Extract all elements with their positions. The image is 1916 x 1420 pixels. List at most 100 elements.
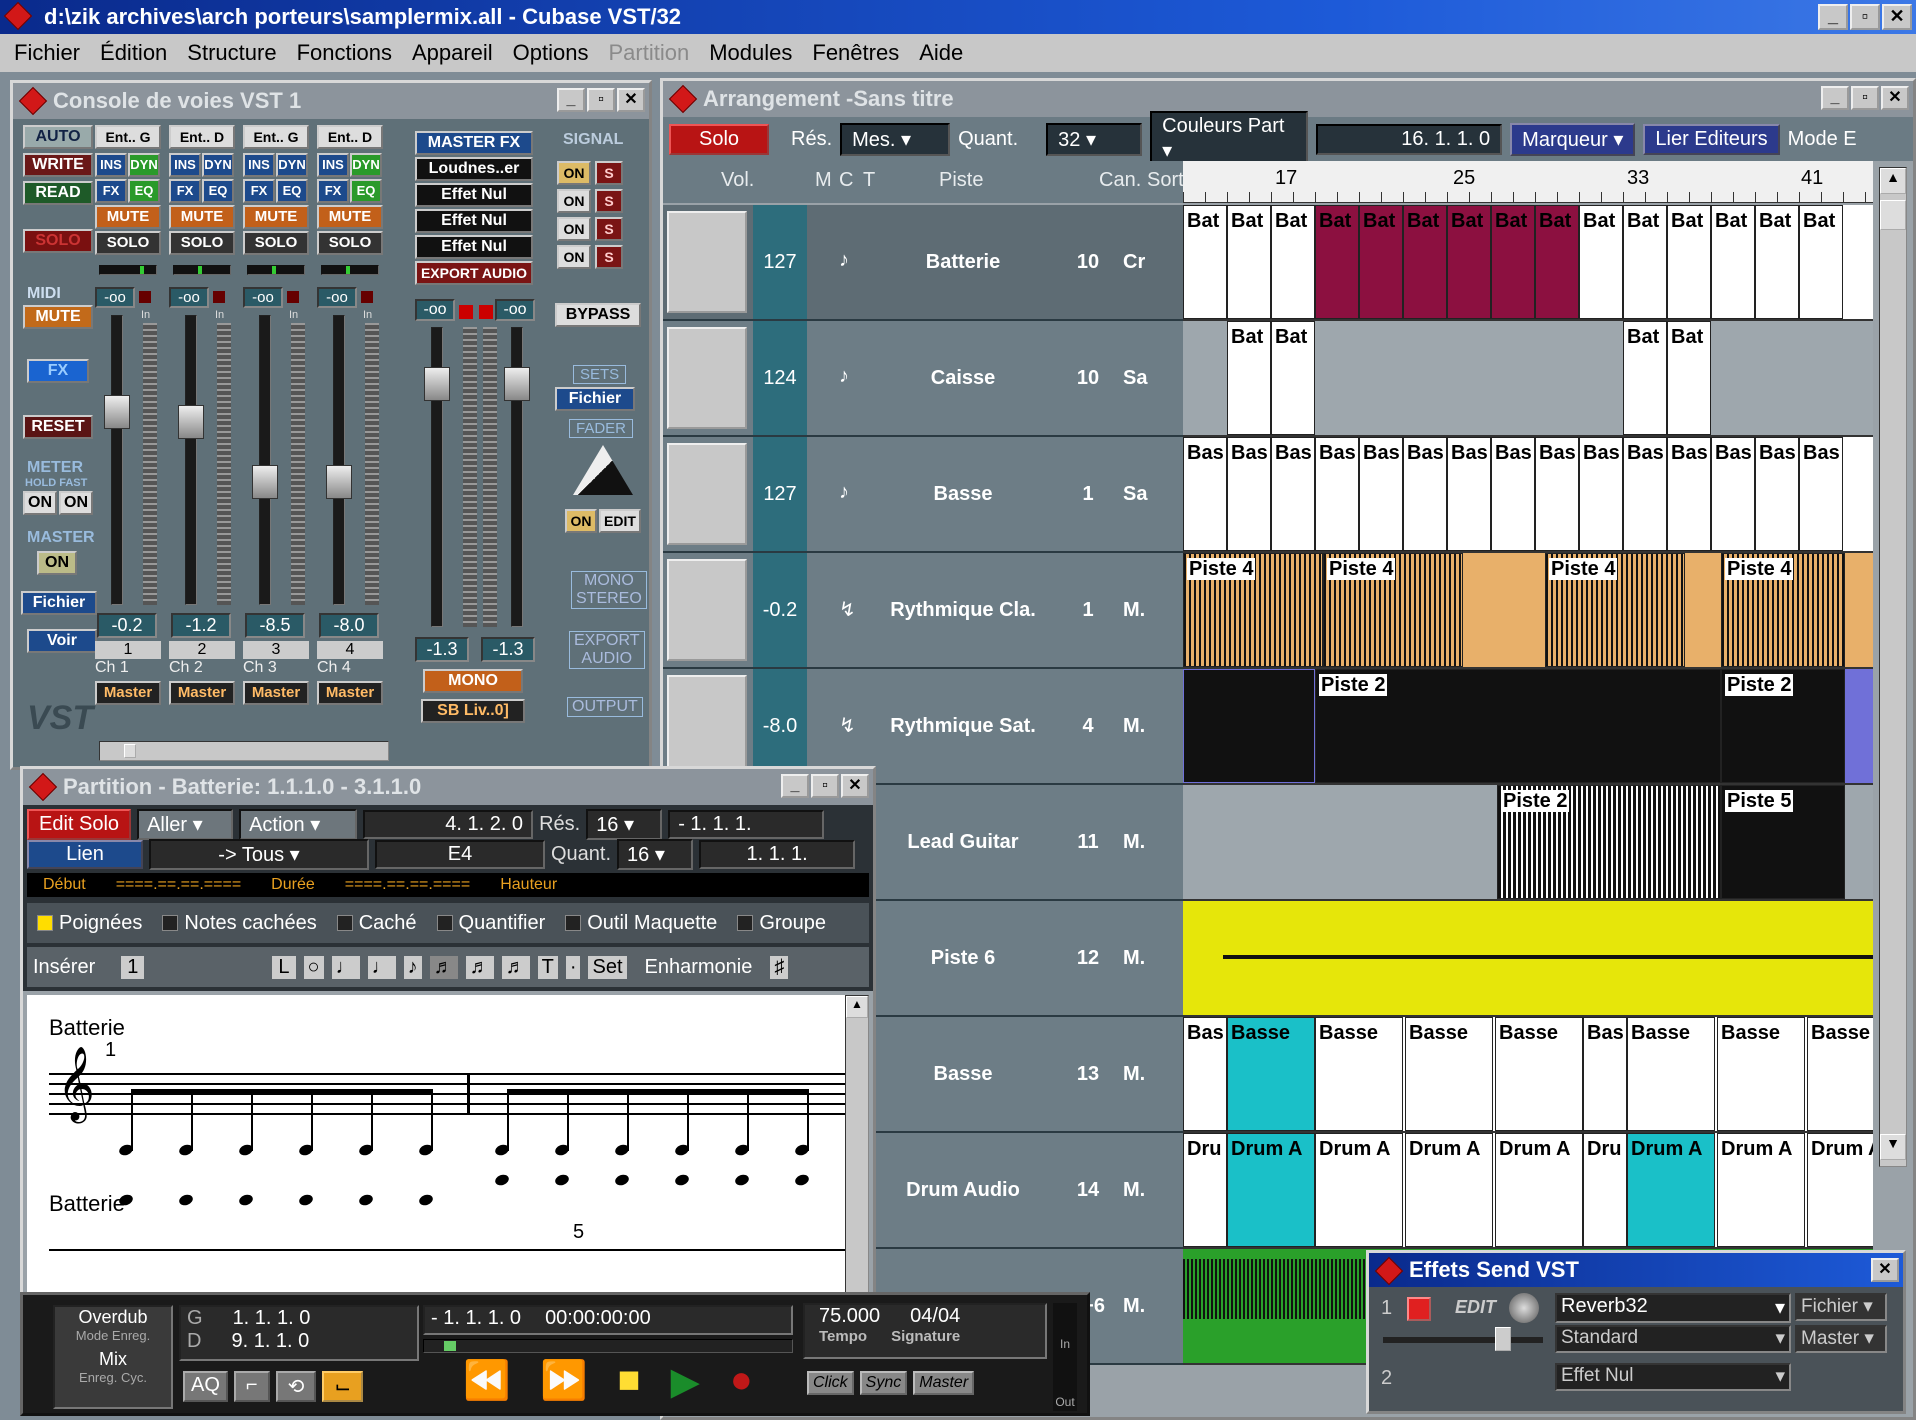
couleurs-part-select[interactable]: Couleurs Part ▾ <box>1150 111 1309 167</box>
volume-fader[interactable] <box>178 405 204 439</box>
arrangement-maximize-button[interactable]: ▫ <box>1851 86 1879 110</box>
debut-value[interactable]: ====.==.==.==== <box>116 876 241 894</box>
solo-button[interactable]: SOLO <box>243 231 309 255</box>
set-button[interactable]: Set <box>588 955 627 979</box>
midi-part[interactable]: Basse <box>1627 1017 1715 1131</box>
solo-button[interactable]: SOLO <box>169 231 235 255</box>
volume-fader-track[interactable] <box>111 315 123 605</box>
note-head[interactable] <box>297 1192 315 1208</box>
menu-options[interactable]: Options <box>513 40 589 66</box>
quant-select[interactable]: 16 ▾ <box>617 839 694 870</box>
lien-button[interactable]: Lien <box>27 840 143 869</box>
midi-part[interactable]: Bat <box>1403 205 1447 319</box>
audio-part[interactable]: Piste 4 <box>1545 553 1685 667</box>
lien-target-dropdown[interactable]: -> Tous ▾ <box>149 839 369 870</box>
tool-l-button[interactable]: L <box>272 955 296 979</box>
score-area[interactable]: Batterie 1 𝄞 Batterie 5 <box>27 995 847 1295</box>
input-select[interactable]: Ent.. D <box>317 125 383 149</box>
track-channel[interactable]: 12 <box>1063 947 1113 970</box>
checkbox-icon[interactable] <box>436 915 453 932</box>
track-output[interactable]: M. <box>1123 1179 1145 1202</box>
volume-fader-track[interactable] <box>333 315 345 605</box>
solo-button[interactable]: SOLO <box>317 231 383 255</box>
volume-value[interactable]: -1.2 <box>171 613 231 638</box>
mute-button[interactable]: MUTE <box>317 205 383 229</box>
midi-part[interactable]: Bat <box>1447 205 1491 319</box>
console-horizontal-scrollbar[interactable] <box>99 741 389 761</box>
midi-part[interactable]: Bat <box>1227 321 1271 435</box>
marqueur-select[interactable]: Marqueur ▾ <box>1510 122 1636 156</box>
input-select[interactable]: Ent.. G <box>95 125 161 149</box>
master-fx-slot[interactable]: Effet Nul <box>415 235 533 259</box>
midi-part[interactable]: Drum A <box>1495 1133 1583 1247</box>
fichier-dropdown[interactable]: Fichier <box>21 591 97 615</box>
fx-output-dropdown[interactable]: Master ▾ <box>1795 1325 1887 1353</box>
quantize-select[interactable]: 32 ▾ <box>1046 122 1143 156</box>
console-titlebar[interactable]: Console de voies VST 1 _ ▫ ✕ <box>13 83 649 119</box>
midi-part[interactable]: Bat <box>1623 205 1667 319</box>
note-head[interactable] <box>357 1192 375 1208</box>
midi-part[interactable]: Bas <box>1447 437 1491 551</box>
midi-part[interactable]: Bat <box>1227 205 1271 319</box>
partition-titlebar[interactable]: Partition - Batterie: 1.1.1.0 - 3.1.1.0 … <box>23 769 873 805</box>
track-lane[interactable]: Bas Basse Basse Basse Basse Bas Basse Basse Bass… <box>1183 1017 1873 1133</box>
punch-in-button[interactable]: ⌐ <box>233 1371 270 1402</box>
midi-part[interactable]: Bat <box>1667 205 1711 319</box>
write-button[interactable]: WRITE <box>23 153 93 177</box>
track-lane[interactable] <box>1183 901 1873 1017</box>
arrangement-close-button[interactable]: ✕ <box>1881 86 1909 110</box>
menu-modules[interactable]: Modules <box>709 40 792 66</box>
fx-send-button[interactable]: FX <box>243 179 275 203</box>
signal-on-button[interactable]: ON <box>557 245 591 269</box>
scroll-up-arrow-icon[interactable]: ▲ <box>1880 168 1906 194</box>
master-fx-button[interactable]: MASTER FX <box>415 131 533 155</box>
close-button[interactable]: ✕ <box>1882 4 1912 30</box>
insert-button[interactable]: INS <box>317 153 349 177</box>
position-slider-thumb[interactable] <box>444 1341 456 1351</box>
cycle-button[interactable]: ⟲ <box>275 1371 317 1402</box>
midi-part[interactable]: Bat <box>1623 321 1667 435</box>
resolution-select[interactable]: Mes. ▾ <box>840 122 951 156</box>
auto-quantize-button[interactable]: AQ <box>183 1371 228 1402</box>
input-select[interactable]: Ent.. G <box>243 125 309 149</box>
midi-part[interactable]: Bas <box>1711 437 1755 551</box>
track-row[interactable]: 127 ♪ Basse 1 Sa <box>663 437 1183 553</box>
inserer-voice[interactable]: 1 <box>121 955 145 979</box>
stop-icon[interactable]: ■ <box>618 1359 641 1404</box>
pan-indicator[interactable] <box>173 265 231 275</box>
midi-part[interactable]: Bas <box>1359 437 1403 551</box>
track-lane[interactable]: Bat Bat Bat Bat <box>1183 321 1873 437</box>
track-volume[interactable]: -0.2 <box>753 553 807 667</box>
dynamics-button[interactable]: DYN <box>128 153 160 177</box>
insert-button[interactable]: INS <box>169 153 201 177</box>
half-note-icon[interactable]: ♩ <box>331 955 360 979</box>
midi-part[interactable]: Bas <box>1667 437 1711 551</box>
channel-name[interactable]: Ch 2 <box>169 659 235 677</box>
fx-send-knob[interactable] <box>1509 1293 1539 1323</box>
track-volume[interactable]: 127 <box>753 437 807 551</box>
sixtyfourth-note-icon[interactable]: ♬ <box>501 955 530 979</box>
midi-part[interactable]: Basse <box>1807 1017 1873 1131</box>
midi-part[interactable]: Basse <box>1405 1017 1493 1131</box>
track-channel[interactable]: 11 <box>1063 831 1113 854</box>
track-color-swatch[interactable] <box>667 211 747 313</box>
bypass-button[interactable]: BYPASS <box>555 303 641 327</box>
volume-fader-track[interactable] <box>259 315 271 605</box>
midi-part[interactable]: Bas <box>1491 437 1535 551</box>
midi-part[interactable]: Bas <box>1227 437 1271 551</box>
channel-name[interactable]: Ch 1 <box>95 659 161 677</box>
track-channel[interactable]: 14 <box>1063 1179 1113 1202</box>
mono-stereo-switch[interactable]: MONO STEREO <box>571 571 647 609</box>
action-dropdown[interactable]: Action ▾ <box>239 809 358 840</box>
scroll-thumb[interactable] <box>1880 200 1906 230</box>
track-lane[interactable]: Bat Bat Bat Bat Bat Bat Bat Bat Bat Bat Bat Bat Bat B… <box>1183 205 1873 321</box>
signal-on-button[interactable]: ON <box>557 189 591 213</box>
output-select[interactable]: Master <box>95 681 161 705</box>
insert-button[interactable]: INS <box>243 153 275 177</box>
master-on-button[interactable]: ON <box>37 551 77 575</box>
midi-part[interactable]: Drum A <box>1405 1133 1493 1247</box>
track-output[interactable]: Sa <box>1123 483 1147 506</box>
checkbox-icon[interactable] <box>737 915 754 932</box>
console-maximize-button[interactable]: ▫ <box>587 88 615 112</box>
track-channel[interactable]: 4 <box>1063 715 1113 738</box>
